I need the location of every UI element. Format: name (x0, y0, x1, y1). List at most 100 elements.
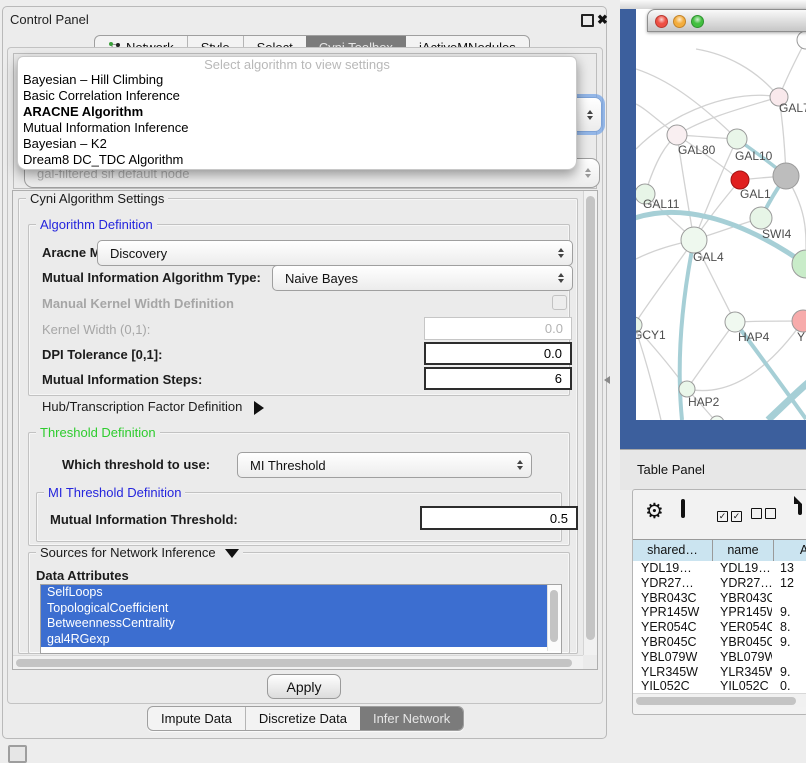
chevron-down-icon (225, 549, 239, 558)
dpi-tolerance-field[interactable]: 0.0 (424, 342, 572, 365)
algorithm-popup-list: Bayesian – Hill ClimbingBasic Correlatio… (18, 72, 576, 168)
node-gal1[interactable] (750, 207, 772, 229)
bottom-tab-discretize-data[interactable]: Discretize Data (245, 707, 360, 730)
table-row[interactable]: YIL052CYIL052C0. (633, 679, 806, 693)
application-root: Control Panel ✖ NetworkStyleSelectCyni T… (0, 0, 806, 762)
algorithm-option-mutual-information-inference[interactable]: Mutual Information Inference (18, 120, 576, 136)
network-edge[interactable] (696, 49, 779, 97)
table-panel: ⚙ ✓✓ shared…nameA YDL19…YDL19…13YDR27…YD… (632, 489, 806, 715)
algorithm-definition-title: Algorithm Definition (36, 218, 157, 231)
node-gray[interactable] (773, 163, 799, 189)
traffic-minimize-icon[interactable] (673, 15, 686, 28)
node-label-swi4: SWI4 (762, 227, 792, 241)
mi-algorithm-type-label: Mutual Information Algorithm Type: (42, 270, 261, 285)
document-icon[interactable] (798, 496, 802, 515)
node-label-hap4: HAP4 (738, 330, 770, 344)
table-panel-title: Table Panel (637, 462, 806, 477)
algorithm-option-basic-correlation-inference[interactable]: Basic Correlation Inference (18, 88, 576, 104)
float-window-icon[interactable] (581, 14, 594, 27)
attribute-item-topologicalcoefficient[interactable]: TopologicalCoefficient (41, 601, 547, 617)
algorithm-option-bayesian-k2[interactable]: Bayesian – K2 (18, 136, 576, 152)
select-all-checkboxes-icon[interactable]: ✓✓ (717, 507, 742, 522)
node-label-gal80: GAL80 (678, 143, 716, 157)
traffic-close-icon[interactable] (655, 15, 668, 28)
table-row[interactable]: YPR145WYPR145W9. (633, 605, 806, 620)
hub-definition-toggle[interactable]: Hub/Transcription Factor Definition (42, 399, 264, 415)
column-pane-icon[interactable] (681, 499, 685, 518)
table-body[interactable]: YDL19…YDL19…13YDR27…YDR27…12YBR043CYBR04… (633, 561, 806, 693)
mi-algorithm-type-value: Naive Bayes (285, 266, 358, 290)
node-label-gal10: GAL10 (735, 149, 773, 163)
which-threshold-combo[interactable]: MI Threshold (237, 452, 532, 478)
algorithm-option-dream8-dc-tdc-algorithm[interactable]: Dream8 DC_TDC Algorithm (18, 152, 576, 168)
network-window-titlebar[interactable] (647, 9, 806, 32)
table-horizontal-scrollbar[interactable] (633, 693, 806, 707)
settings-vertical-scrollbar[interactable] (583, 191, 597, 655)
table-row[interactable]: YDL19…YDL19…13 (633, 561, 806, 576)
which-threshold-label: Which threshold to use: (62, 457, 210, 472)
settings-horizontal-scrollbar[interactable] (13, 655, 583, 669)
mi-algorithm-type-combo[interactable]: Naive Bayes (272, 265, 573, 291)
network-canvas[interactable]: GAL7GAL80GAL10GAL1GAL11GAL4SWI4GCY1HAP4Y… (636, 9, 806, 420)
node-label-gcy1: GCY1 (636, 328, 666, 342)
close-icon[interactable]: ✖ (597, 13, 608, 26)
attribute-item-gal4rgexp[interactable]: gal4RGexp (41, 632, 547, 648)
network-edge[interactable] (636, 69, 737, 139)
table-row[interactable]: YLR345WYLR345W9. (633, 665, 806, 680)
column-header-a[interactable]: A (774, 540, 806, 562)
node-label-gal4: GAL4 (693, 250, 724, 264)
splitter-arrow-icon[interactable] (604, 376, 610, 384)
data-attributes-list[interactable]: SelfLoopsTopologicalCoefficientBetweenne… (40, 584, 562, 654)
node-label-gal1: GAL1 (740, 187, 771, 201)
algorithm-popup: Select algorithm to view settings Bayesi… (17, 56, 577, 170)
column-header-name[interactable]: name (713, 540, 774, 562)
node-gal80[interactable] (667, 125, 687, 145)
manual-kernel-checkbox[interactable] (552, 295, 567, 310)
algorithm-option-bayesian-hill-climbing[interactable]: Bayesian – Hill Climbing (18, 72, 576, 88)
attribute-item-selfloops[interactable]: SelfLoops (41, 585, 547, 601)
deselect-all-checkboxes-icon[interactable] (751, 507, 776, 522)
kernel-width-label: Kernel Width (0,1): (42, 322, 150, 337)
list-scrollbar[interactable] (547, 585, 561, 651)
which-threshold-value: MI Threshold (250, 453, 326, 477)
combo-spinner-icon (558, 248, 564, 258)
attribute-item-betweennesscentrality[interactable]: BetweennessCentrality (41, 616, 547, 632)
node-top-white[interactable] (797, 31, 806, 49)
node-hap4[interactable] (725, 312, 745, 332)
node-pink[interactable] (792, 310, 806, 332)
column-header-shared-[interactable]: shared… (633, 540, 713, 562)
data-attributes-label: Data Attributes (36, 568, 129, 583)
table-toolbar: ⚙ ✓✓ (633, 490, 806, 538)
network-edge[interactable] (677, 97, 779, 135)
node-label-y: Y (797, 330, 805, 344)
bottom-tab-impute-data[interactable]: Impute Data (148, 707, 245, 730)
table-row[interactable]: YDR27…YDR27…12 (633, 576, 806, 591)
table-panel-header: Table Panel (620, 449, 806, 490)
aracne-mode-value: Discovery (110, 241, 167, 265)
combo-spinner-icon (587, 110, 593, 120)
apply-button[interactable]: Apply (267, 674, 341, 699)
algorithm-option-aracne-algorithm[interactable]: ARACNE Algorithm (18, 104, 576, 120)
gear-icon[interactable]: ⚙ (645, 499, 664, 524)
table-row[interactable]: YBR043CYBR043C (633, 591, 806, 606)
bottom-tab-bar: Impute DataDiscretize DataInfer Network (147, 706, 464, 731)
bottom-tab-infer-network[interactable]: Infer Network (360, 707, 463, 730)
network-edge[interactable] (687, 322, 735, 389)
network-graph: GAL7GAL80GAL10GAL1GAL11GAL4SWI4GCY1HAP4Y… (636, 9, 806, 420)
table-row[interactable]: YER054CYER054C8. (633, 620, 806, 635)
table-header-row[interactable]: shared…nameA (633, 539, 806, 563)
chevron-right-icon (254, 401, 264, 415)
mi-threshold-label: Mutual Information Threshold: (50, 512, 238, 527)
table-row[interactable]: YBR045CYBR045C9. (633, 635, 806, 650)
node-gal10[interactable] (727, 129, 747, 149)
combo-spinner-icon (585, 168, 591, 178)
traffic-zoom-icon[interactable] (691, 15, 704, 28)
dock-panel-icon[interactable] (8, 745, 27, 763)
mi-threshold-field[interactable]: 0.5 (420, 506, 578, 530)
kernel-width-field[interactable]: 0.0 (424, 317, 572, 340)
table-row[interactable]: YBL079WYBL079W (633, 650, 806, 665)
sources-toggle[interactable]: Sources for Network Inference (36, 546, 243, 559)
mi-steps-label: Mutual Information Steps: (42, 372, 202, 387)
aracne-mode-combo[interactable]: Discovery (97, 240, 573, 266)
mi-steps-field[interactable]: 6 (424, 367, 572, 390)
